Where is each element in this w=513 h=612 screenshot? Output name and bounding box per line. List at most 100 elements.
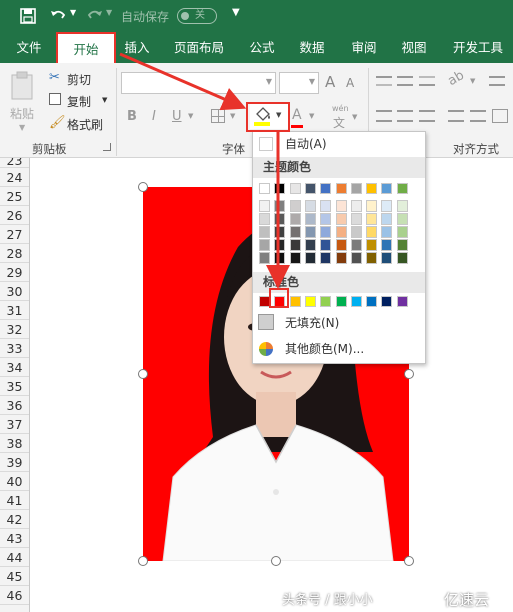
row-header[interactable]: 44 [0, 548, 29, 568]
row-header[interactable]: 35 [0, 377, 29, 397]
theme-shade-swatch[interactable] [274, 200, 286, 212]
theme-color-swatch[interactable] [366, 183, 378, 194]
row-header[interactable]: 26 [0, 206, 29, 226]
tab-view[interactable]: 视图 [395, 32, 433, 63]
row-header[interactable]: 46 [0, 586, 29, 606]
copy-icon[interactable] [49, 93, 61, 105]
row-header[interactable]: 32 [0, 320, 29, 340]
row-header[interactable]: 27 [0, 225, 29, 245]
tab-home[interactable]: 开始 [56, 32, 116, 63]
theme-shade-swatch[interactable] [289, 239, 301, 251]
theme-shade-swatch[interactable] [366, 200, 378, 212]
standard-color-swatch[interactable] [350, 296, 362, 307]
orientation-dropdown-icon[interactable]: ▼ [470, 77, 475, 85]
theme-shade-swatch[interactable] [259, 213, 270, 225]
theme-shade-swatch[interactable] [350, 252, 362, 264]
standard-color-swatch[interactable] [381, 296, 393, 307]
grow-font-icon[interactable]: A [325, 73, 335, 91]
font-color-button[interactable]: A [292, 107, 302, 123]
theme-color-swatch[interactable] [381, 183, 393, 194]
decrease-indent-icon[interactable] [448, 110, 464, 122]
row-header[interactable]: 29 [0, 263, 29, 283]
redo-icon[interactable] [86, 8, 104, 24]
theme-color-swatch[interactable] [335, 183, 347, 194]
theme-shade-swatch[interactable] [350, 213, 362, 225]
theme-color-swatch[interactable] [289, 183, 301, 194]
font-size-combo[interactable]: ▼ [279, 72, 319, 94]
row-header[interactable]: 36 [0, 396, 29, 416]
theme-shade-swatch[interactable] [274, 226, 286, 238]
tab-file[interactable]: 文件 [9, 32, 49, 63]
theme-shade-swatch[interactable] [381, 213, 393, 225]
paste-label[interactable]: 粘贴 [10, 105, 34, 122]
increase-indent-icon[interactable] [470, 110, 486, 122]
merge-center-icon[interactable] [492, 109, 508, 123]
row-header[interactable]: 42 [0, 510, 29, 530]
row-header[interactable]: 34 [0, 358, 29, 378]
theme-color-swatch[interactable] [350, 183, 362, 194]
theme-shade-swatch[interactable] [396, 213, 408, 225]
theme-shade-swatch[interactable] [350, 226, 362, 238]
cut-label[interactable]: 剪切 [67, 71, 91, 88]
theme-shade-swatch[interactable] [304, 213, 316, 225]
standard-color-swatch[interactable] [335, 296, 347, 307]
theme-color-swatch[interactable] [259, 183, 270, 194]
tab-review[interactable]: 审阅 [345, 32, 383, 63]
theme-shade-swatch[interactable] [320, 200, 332, 212]
theme-shade-swatch[interactable] [396, 252, 408, 264]
autosave-toggle[interactable]: 关 [177, 8, 217, 24]
theme-shade-swatch[interactable] [274, 252, 286, 264]
copy-label[interactable]: 复制 [67, 93, 91, 110]
resize-handle-w[interactable] [138, 369, 148, 379]
theme-shade-swatch[interactable] [381, 200, 393, 212]
theme-shade-swatch[interactable] [289, 200, 301, 212]
font-name-combo[interactable]: ▼ [121, 72, 276, 94]
row-header[interactable]: 43 [0, 529, 29, 549]
align-top-icon[interactable] [376, 76, 392, 86]
theme-shade-swatch[interactable] [366, 213, 378, 225]
theme-shade-swatch[interactable] [320, 226, 332, 238]
borders-dropdown-icon[interactable]: ▼ [230, 112, 235, 120]
phonetic-button[interactable]: 文 [333, 114, 345, 131]
row-header[interactable]: 40 [0, 472, 29, 492]
theme-shade-swatch[interactable] [289, 213, 301, 225]
orientation-icon[interactable]: ab [445, 68, 467, 89]
theme-shade-swatch[interactable] [289, 252, 301, 264]
standard-color-swatch[interactable] [289, 296, 301, 307]
theme-shade-swatch[interactable] [304, 239, 316, 251]
align-left-icon[interactable] [376, 110, 392, 122]
theme-shade-swatch[interactable] [381, 252, 393, 264]
theme-shade-swatch[interactable] [396, 226, 408, 238]
theme-shade-swatch[interactable] [335, 252, 347, 264]
theme-color-swatch[interactable] [320, 183, 332, 194]
tab-data[interactable]: 数据 [293, 32, 331, 63]
row-header[interactable]: 23 [0, 158, 29, 168]
underline-dropdown-icon[interactable]: ▼ [188, 112, 193, 120]
resize-handle-e[interactable] [404, 369, 414, 379]
theme-shade-swatch[interactable] [320, 252, 332, 264]
tab-insert[interactable]: 插入 [118, 32, 156, 63]
font-size-dropdown-icon[interactable]: ▼ [309, 77, 315, 86]
theme-shade-swatch[interactable] [396, 239, 408, 251]
theme-color-swatch[interactable] [304, 183, 316, 194]
align-bottom-icon[interactable] [419, 76, 435, 86]
theme-shade-swatch[interactable] [304, 252, 316, 264]
theme-shade-swatch[interactable] [335, 200, 347, 212]
standard-color-swatch[interactable] [366, 296, 378, 307]
theme-shade-swatch[interactable] [396, 200, 408, 212]
row-header[interactable]: 38 [0, 434, 29, 454]
theme-shade-swatch[interactable] [320, 213, 332, 225]
theme-shade-swatch[interactable] [259, 252, 270, 264]
row-header[interactable]: 45 [0, 567, 29, 587]
bold-button[interactable]: B [127, 109, 137, 124]
undo-dropdown-icon[interactable]: ▼ [70, 8, 76, 17]
theme-shade-swatch[interactable] [366, 226, 378, 238]
theme-color-swatch[interactable] [396, 183, 408, 194]
theme-shade-swatch[interactable] [350, 239, 362, 251]
redo-dropdown-icon[interactable]: ▼ [106, 8, 112, 17]
phonetic-label[interactable]: wén [332, 104, 349, 113]
standard-color-swatch[interactable] [396, 296, 408, 307]
theme-shade-swatch[interactable] [289, 226, 301, 238]
theme-shade-swatch[interactable] [259, 200, 270, 212]
align-center-icon[interactable] [397, 110, 413, 122]
